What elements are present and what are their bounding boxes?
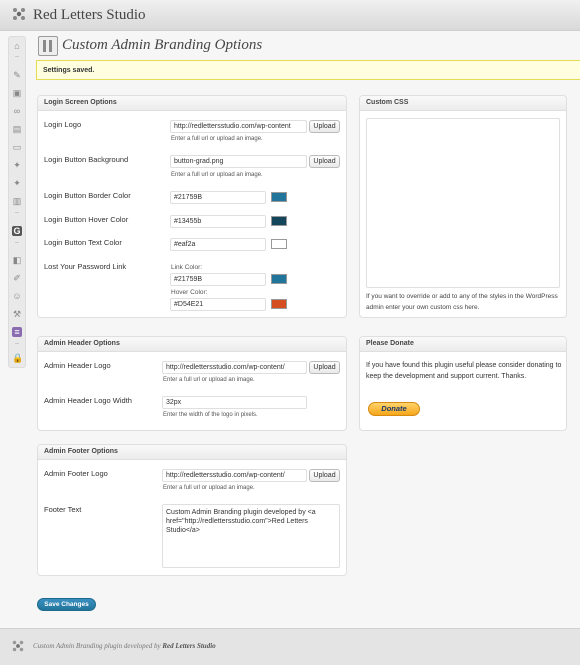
plugins-icon[interactable]: ✐ <box>12 273 22 283</box>
box-header: Custom CSS <box>360 96 566 111</box>
footer-text-label: Footer Text <box>44 505 82 514</box>
box-title: Please Donate <box>366 340 414 347</box>
text-color-input[interactable]: #eaf2a <box>170 238 266 251</box>
hover-link-input[interactable]: #D54E21 <box>170 298 266 311</box>
login-button-bg-label: Login Button Background <box>44 155 129 164</box>
pin-icon[interactable]: ✦ <box>12 178 22 188</box>
menu-separator <box>15 343 19 344</box>
login-logo-hint: Enter a full url or upload an image. <box>171 136 263 142</box>
users-icon[interactable]: ☺ <box>12 291 22 301</box>
box-header: Admin Footer Options <box>38 445 346 460</box>
menu-separator <box>15 242 19 243</box>
header-logo-width-hint: Enter the width of the logo in pixels. <box>163 412 258 418</box>
box-header: Please Donate <box>360 337 566 352</box>
settings-page-icon <box>38 36 58 56</box>
login-button-bg-input[interactable]: button-grad.png <box>170 155 307 168</box>
tools-icon[interactable]: ⚒ <box>12 309 22 319</box>
text-color-label: Login Button Text Color <box>44 238 122 247</box>
hover-link-swatch[interactable] <box>271 299 287 309</box>
hover-link-label: Hover Color: <box>171 289 208 296</box>
admin-sidebar: ⌂ ✎ ▣ ∞ ▤ ▭ ✦ ✦ ▥ G ◧ ✐ ☺ ⚒ ≡ 🔒 <box>8 36 26 368</box>
box-title: Login Screen Options <box>44 99 117 106</box>
hover-color-input[interactable]: #13455b <box>170 215 266 228</box>
tools-icon <box>43 40 52 52</box>
box-title: Custom CSS <box>366 99 409 106</box>
posts-icon[interactable]: ✎ <box>12 70 22 80</box>
login-logo-upload-button[interactable]: Upload <box>309 120 340 133</box>
custom-css-textarea[interactable] <box>366 118 560 288</box>
lock-icon[interactable]: 🔒 <box>12 353 23 363</box>
hover-color-swatch[interactable] <box>271 216 287 226</box>
footer-logo-hint: Enter a full url or upload an image. <box>163 485 255 491</box>
header-logo-width-input[interactable]: 32px <box>162 396 307 409</box>
box-header: Login Screen Options <box>38 96 346 111</box>
header-logo-label: Admin Header Logo <box>44 361 111 370</box>
login-logo-label: Login Logo <box>44 120 82 129</box>
footer-logo-input[interactable]: http://redlettersstudio.com/wp-content/ <box>162 469 307 482</box>
border-color-label: Login Button Border Color <box>44 191 131 200</box>
menu-separator <box>15 212 19 213</box>
dashboard-icon[interactable]: ⌂ <box>12 41 22 51</box>
site-title[interactable]: Red Letters Studio <box>33 7 146 24</box>
footer-credit-text: Custom Admin Branding plugin developed b… <box>33 642 161 650</box>
link-color-swatch[interactable] <box>271 274 287 284</box>
footer-logo-icon <box>12 640 24 652</box>
admin-header: Red Letters Studio <box>0 0 580 31</box>
donate-text: If you have found this plugin useful ple… <box>366 362 562 380</box>
link-color-label: Link Color: <box>171 264 203 271</box>
footer-credit: Custom Admin Branding plugin developed b… <box>33 642 216 650</box>
footer-credit-link[interactable]: Red Letters Studio <box>162 642 215 650</box>
donate-button[interactable]: Donate <box>368 402 420 416</box>
box-title: Admin Footer Options <box>44 448 118 455</box>
box-header: Admin Header Options <box>38 337 346 352</box>
footer-logo-label: Admin Footer Logo <box>44 469 108 478</box>
header-logo-hint: Enter a full url or upload an image. <box>163 377 255 383</box>
header-logo-width-label: Admin Header Logo Width <box>44 396 132 405</box>
header-logo-upload-button[interactable]: Upload <box>309 361 340 374</box>
header-logo-input[interactable]: http://redlettersstudio.com/wp-content/ <box>162 361 307 374</box>
login-button-bg-hint: Enter a full url or upload an image. <box>171 172 263 178</box>
box-title: Admin Header Options <box>44 340 120 347</box>
media-icon[interactable]: ▣ <box>12 88 22 98</box>
hover-color-label: Login Button Hover Color <box>44 215 129 224</box>
feedback-icon[interactable]: ▥ <box>12 196 22 206</box>
google-icon[interactable]: G <box>12 226 22 236</box>
save-changes-button[interactable]: Save Changes <box>37 598 96 611</box>
footer-logo-upload-button[interactable]: Upload <box>309 469 340 482</box>
menu-separator <box>15 56 19 57</box>
settings-saved-notice: Settings saved. <box>36 60 580 80</box>
lost-password-label: Lost Your Password Link <box>44 262 127 271</box>
footer-text-textarea[interactable]: Custom Admin Branding plugin developed b… <box>162 504 340 568</box>
text-color-swatch[interactable] <box>271 239 287 249</box>
pin-icon[interactable]: ✦ <box>12 160 22 170</box>
appearance-icon[interactable]: ◧ <box>12 255 22 265</box>
notice-text: Settings saved. <box>43 67 95 74</box>
comments-icon[interactable]: ▭ <box>12 142 22 152</box>
pages-icon[interactable]: ▤ <box>12 124 22 134</box>
border-color-swatch[interactable] <box>271 192 287 202</box>
custom-css-help: If you want to override or add to any of… <box>366 293 558 311</box>
site-logo-icon[interactable] <box>11 6 27 22</box>
admin-footer: Custom Admin Branding plugin developed b… <box>0 628 580 665</box>
settings-icon[interactable]: ≡ <box>12 327 22 337</box>
links-icon[interactable]: ∞ <box>12 106 22 116</box>
login-button-bg-upload-button[interactable]: Upload <box>309 155 340 168</box>
login-logo-input[interactable]: http://redlettersstudio.com/wp-content <box>170 120 307 133</box>
page-title: Custom Admin Branding Options <box>62 37 263 53</box>
link-color-input[interactable]: #21759B <box>170 273 266 286</box>
donate-box: Please Donate <box>359 336 567 431</box>
border-color-input[interactable]: #21759B <box>170 191 266 204</box>
